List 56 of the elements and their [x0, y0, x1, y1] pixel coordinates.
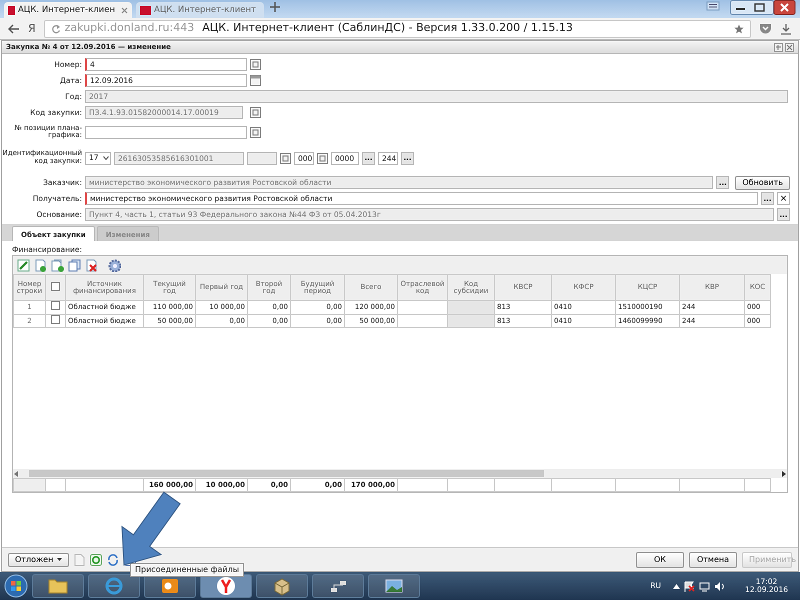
- taskbar-button[interactable]: [368, 574, 420, 598]
- close-icon[interactable]: [785, 42, 794, 52]
- flag-icon[interactable]: [684, 580, 696, 592]
- browser-tab[interactable]: АЦК. Интернет-клиен: [4, 2, 132, 18]
- input-field[interactable]: [85, 126, 247, 138]
- scrollbar-thumb[interactable]: [29, 470, 544, 478]
- add-row-icon[interactable]: [34, 258, 47, 272]
- add-copy-icon[interactable]: [51, 258, 64, 272]
- settings-icon[interactable]: [108, 258, 121, 272]
- taskbar-button[interactable]: [32, 574, 84, 598]
- volume-icon[interactable]: [714, 580, 726, 592]
- reload-icon[interactable]: [50, 24, 61, 34]
- refresh-icon[interactable]: [90, 554, 102, 566]
- checkbox[interactable]: [51, 315, 60, 324]
- taskbar-button[interactable]: [312, 574, 364, 598]
- new-tab-icon[interactable]: [268, 0, 282, 14]
- caret-icon: [57, 558, 62, 561]
- pocket-icon[interactable]: [759, 23, 772, 34]
- refresh-button[interactable]: Обновить: [735, 176, 790, 190]
- close-icon[interactable]: [121, 6, 128, 14]
- lookup-icon[interactable]: [250, 107, 261, 118]
- window-controls-icon[interactable]: [730, 0, 796, 16]
- dialog-button[interactable]: ОК: [636, 552, 684, 568]
- yandex-browser-icon: [215, 575, 237, 597]
- scroll-right-icon[interactable]: [781, 470, 787, 477]
- start-icon[interactable]: [4, 574, 28, 598]
- taskbar-button[interactable]: [256, 574, 308, 598]
- address-field[interactable]: zakupki.donland.ru:443 АЦК. Интернет-клиент (СаблинДС) - Версия 1.33.0.200 / 1.15.13: [44, 20, 751, 38]
- home-button[interactable]: Я: [28, 23, 36, 34]
- edit-icon[interactable]: [17, 258, 30, 272]
- input-field: [247, 152, 277, 164]
- dialog-button[interactable]: Отмена: [689, 552, 737, 568]
- menu-icon[interactable]: [706, 0, 720, 12]
- lookup-icon[interactable]: [317, 152, 328, 164]
- copy-icon[interactable]: [68, 258, 81, 272]
- tooltip: Присоединенные файлы: [130, 563, 244, 577]
- download-icon[interactable]: [780, 22, 792, 34]
- lookup-icon[interactable]: [250, 59, 261, 70]
- browser-tab[interactable]: АЦК. Интернет-клиент: [136, 2, 264, 18]
- lookup-icon[interactable]: [250, 126, 261, 138]
- back-icon[interactable]: [8, 24, 20, 34]
- browser-icon: [103, 575, 125, 597]
- restore-icon[interactable]: [774, 42, 783, 52]
- status-dropdown[interactable]: Отложен: [8, 552, 70, 566]
- delete-icon[interactable]: [85, 258, 98, 272]
- checkbox[interactable]: [51, 282, 60, 292]
- lookup-icon[interactable]: [280, 152, 291, 164]
- checkbox[interactable]: [51, 302, 60, 310]
- sync-icon[interactable]: [107, 554, 120, 566]
- tray-expand-icon[interactable]: [673, 584, 680, 588]
- calendar-icon[interactable]: [250, 75, 261, 86]
- network-status-icon[interactable]: [699, 580, 710, 592]
- scroll-left-icon[interactable]: [13, 470, 19, 477]
- caret-icon: [102, 156, 109, 160]
- star-icon[interactable]: [734, 24, 744, 34]
- clear-button[interactable]: ×: [777, 192, 790, 205]
